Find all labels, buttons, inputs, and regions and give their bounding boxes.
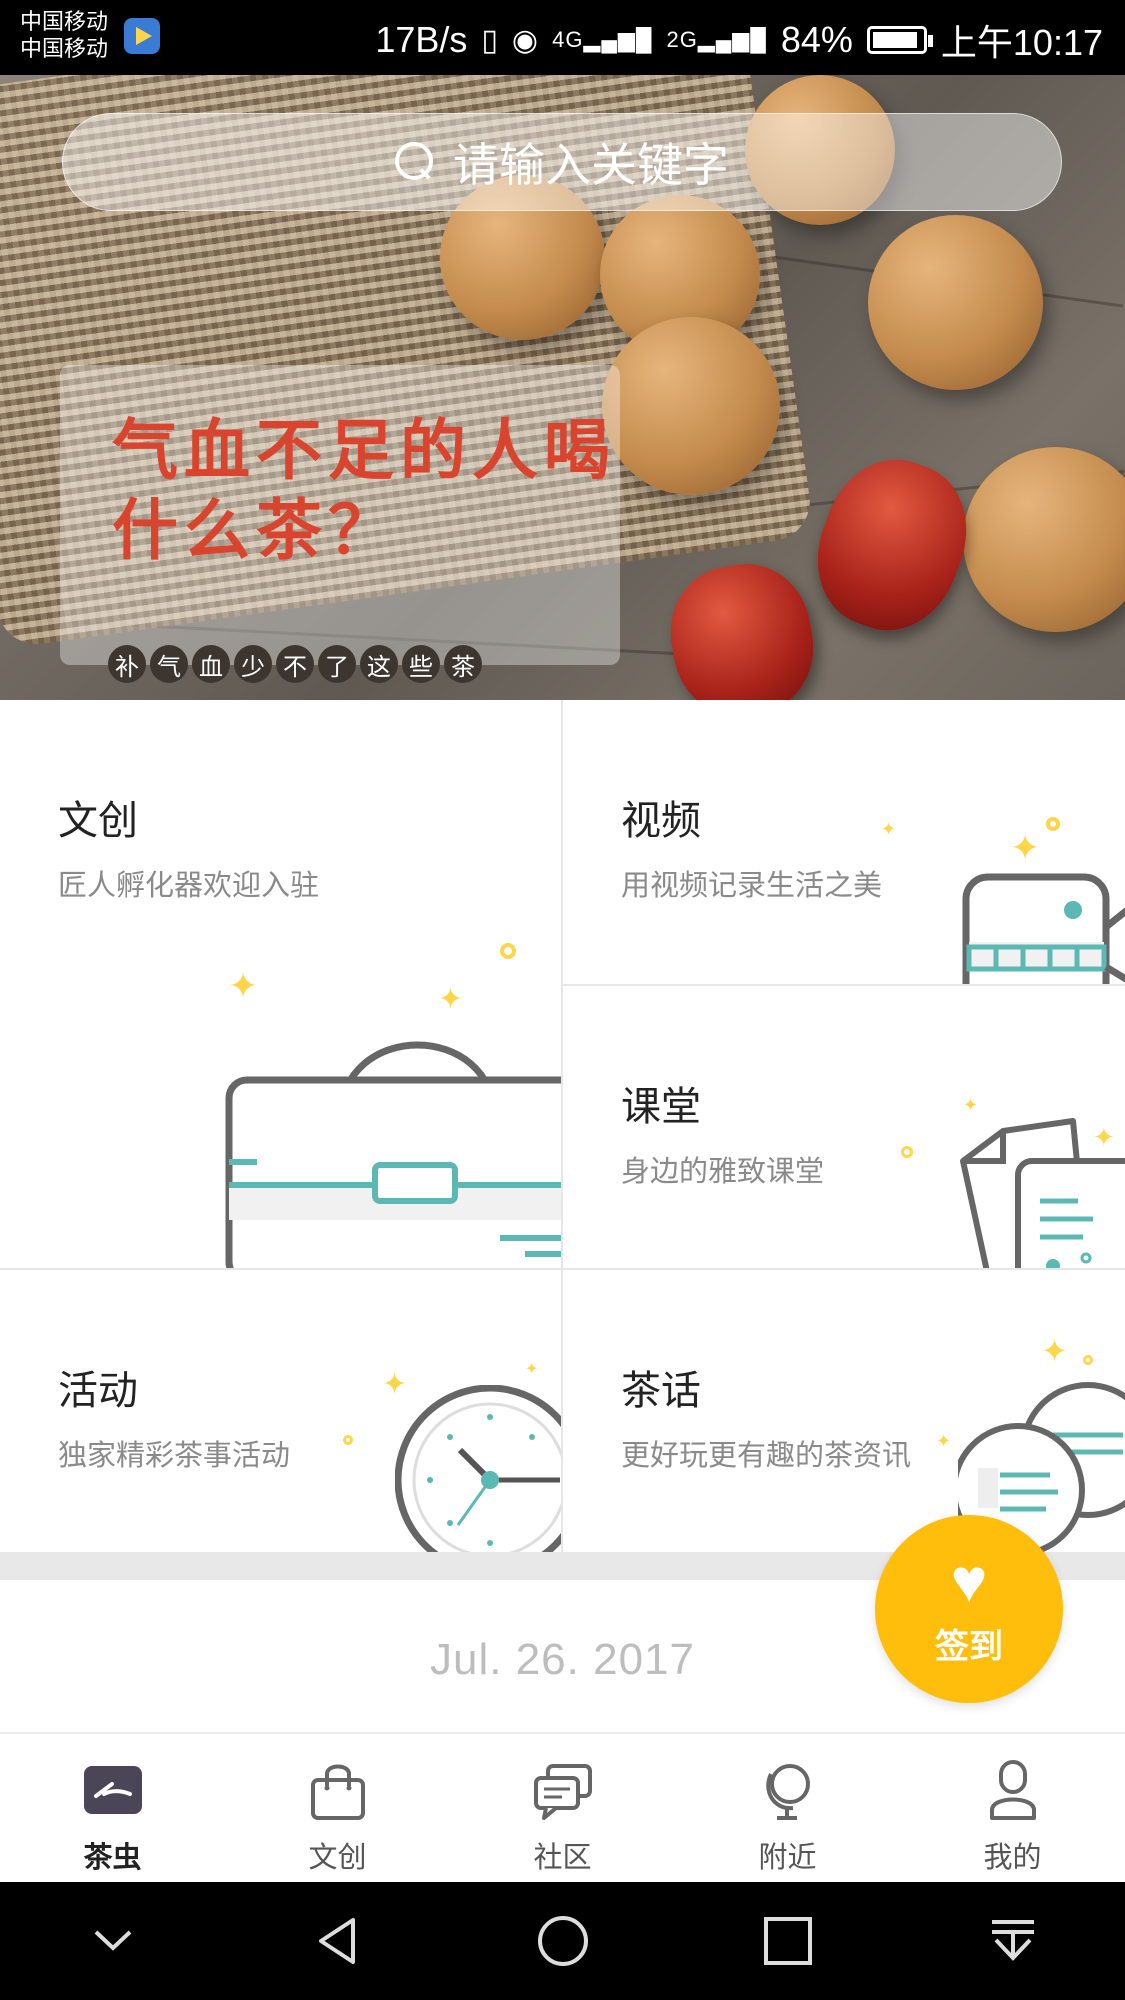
card-subtitle: 更好玩更有趣的茶资讯 (621, 1440, 912, 1472)
video-app-icon (124, 18, 160, 54)
grid-divider (0, 1268, 1125, 1270)
grid-card-classroom[interactable]: 课堂 身边的雅致课堂 ✦ ✦ (563, 986, 1125, 1268)
red-date-fruit (660, 553, 824, 700)
grid-card-video[interactable]: 视频 用视频记录生活之美 ✦ ✦ (563, 700, 1125, 984)
checkin-label: 签到 (935, 1627, 1003, 1666)
ring-icon (1083, 1355, 1093, 1365)
tab-label: 社区 (533, 1842, 592, 1874)
carrier-info: 中国移动 中国移动 (20, 8, 108, 62)
ring-icon (1046, 817, 1060, 831)
net-speed: 17B/s (375, 19, 468, 60)
battery-percent: 84% (780, 19, 853, 60)
hide-nav-button[interactable] (73, 1901, 153, 1981)
banner-title: 气血不足的人喝什么茶？ (112, 413, 616, 567)
chevron-down-icon (94, 1930, 131, 1951)
back-button[interactable] (298, 1901, 378, 1981)
banner-tag: 不 (276, 645, 314, 683)
red-date-fruit (797, 441, 987, 649)
pull-down-icon (991, 1920, 1034, 1961)
tab-label: 茶虫 (83, 1842, 142, 1874)
tab-chachong[interactable]: 茶虫 (0, 1734, 225, 1882)
longan-fruit (868, 215, 1043, 390)
person-icon (989, 1760, 1036, 1820)
banner-tag: 补 (108, 645, 146, 683)
globe-icon (765, 1764, 810, 1820)
shopping-bag-icon (225, 1041, 561, 1268)
documents-icon (960, 1118, 1125, 1268)
sparkle-icon: ✦ (525, 1361, 539, 1378)
home-button[interactable] (523, 1901, 603, 1981)
longan-fruit (963, 447, 1125, 632)
sparkle-icon: ✦ (228, 965, 259, 1006)
recents-square-icon (763, 1917, 812, 1965)
banner-tag: 茶 (444, 645, 482, 683)
chat-bubbles-icon (533, 1764, 592, 1820)
heart-icon: ♥ (950, 1546, 988, 1616)
carrier-2: 中国移动 (20, 36, 109, 61)
banner-tag: 些 (402, 645, 440, 683)
home-circle-icon (537, 1916, 588, 1966)
system-nav-bar (0, 1882, 1125, 2000)
chachong-logo-icon (83, 1766, 142, 1814)
card-subtitle: 独家精彩茶事活动 (58, 1440, 291, 1472)
checkin-button[interactable]: ♥ 签到 (875, 1515, 1063, 1703)
card-subtitle: 身边的雅致课堂 (621, 1156, 825, 1188)
eye-icon: ◉ (511, 23, 539, 57)
sparkle-icon: ✦ (1010, 827, 1041, 868)
banner-tags: 补 气 血 少 不 了 这 些 茶 (108, 645, 482, 683)
card-title: 文创 (58, 799, 138, 843)
banner-tag: 血 (192, 645, 230, 683)
category-grid: 文创 匠人孵化器欢迎入驻 ✦ ✦ 视频 用视频记录生活之美 ✦ ✦ 课堂 身边的… (0, 700, 1125, 1552)
signal-2g: 2G▂▄▆█ (666, 27, 767, 52)
grid-card-activity[interactable]: 活动 独家精彩茶事活动 ✦ ✦ (0, 1270, 561, 1552)
search-icon (395, 142, 435, 182)
ring-icon (500, 943, 516, 959)
clock: 上午10:17 (940, 22, 1103, 63)
card-title: 课堂 (621, 1085, 701, 1129)
tab-mine[interactable]: 我的 (900, 1734, 1125, 1882)
sparkle-icon: ✦ (936, 1431, 952, 1451)
banner-tag: 气 (150, 645, 188, 683)
card-title: 视频 (621, 799, 701, 843)
status-indicators: 17B/s ▯ ◉ 4G▂▄▆█ 2G▂▄▆█ 84% 上午10:17 (375, 14, 1103, 66)
banner-tag: 这 (360, 645, 398, 683)
video-camera-icon (962, 873, 1125, 984)
card-title: 活动 (58, 1369, 138, 1413)
vibrate-icon: ▯ (481, 23, 498, 57)
battery-icon (866, 26, 933, 54)
card-subtitle: 匠人孵化器欢迎入驻 (58, 870, 320, 902)
shopping-bag-icon (310, 1764, 365, 1820)
banner-tag: 少 (234, 645, 272, 683)
ring-icon (901, 1146, 913, 1158)
tab-wenchuang[interactable]: 文创 (225, 1734, 450, 1882)
recents-button[interactable] (748, 1901, 828, 1981)
clock-icon (395, 1385, 561, 1552)
grid-card-tea-talk[interactable]: 茶话 更好玩更有趣的茶资讯 ✦ ✦ (563, 1270, 1125, 1552)
signal-4g: 4G▂▄▆█ (552, 27, 653, 52)
grid-card-wenchuang[interactable]: 文创 匠人孵化器欢迎入驻 ✦ ✦ (0, 700, 561, 1268)
sparkle-icon: ✦ (963, 1095, 979, 1115)
sparkle-icon: ✦ (881, 819, 897, 839)
sparkle-icon: ✦ (1041, 1333, 1068, 1369)
grid-divider (563, 984, 1125, 986)
tab-label: 文创 (308, 1842, 367, 1874)
tab-community[interactable]: 社区 (450, 1734, 675, 1882)
tab-label: 我的 (983, 1842, 1042, 1874)
back-triangle-icon (318, 1918, 355, 1964)
card-subtitle: 用视频记录生活之美 (621, 870, 883, 902)
search-placeholder: 请输入关键字 (453, 139, 729, 191)
grid-divider (561, 700, 563, 1552)
carrier-1: 中国移动 (20, 9, 109, 34)
notification-pull-button[interactable] (973, 1901, 1053, 1981)
bottom-tab-bar: 茶虫 文创 社区 附近 我的 (0, 1732, 1125, 1882)
tab-label: 附近 (758, 1842, 817, 1874)
card-title: 茶话 (621, 1369, 701, 1413)
search-input[interactable]: 请输入关键字 (62, 113, 1062, 211)
banner-tag: 了 (318, 645, 356, 683)
tab-nearby[interactable]: 附近 (675, 1734, 900, 1882)
status-bar: 中国移动 中国移动 17B/s ▯ ◉ 4G▂▄▆█ 2G▂▄▆█ 84% 上午… (0, 0, 1125, 75)
ring-icon (343, 1435, 353, 1445)
